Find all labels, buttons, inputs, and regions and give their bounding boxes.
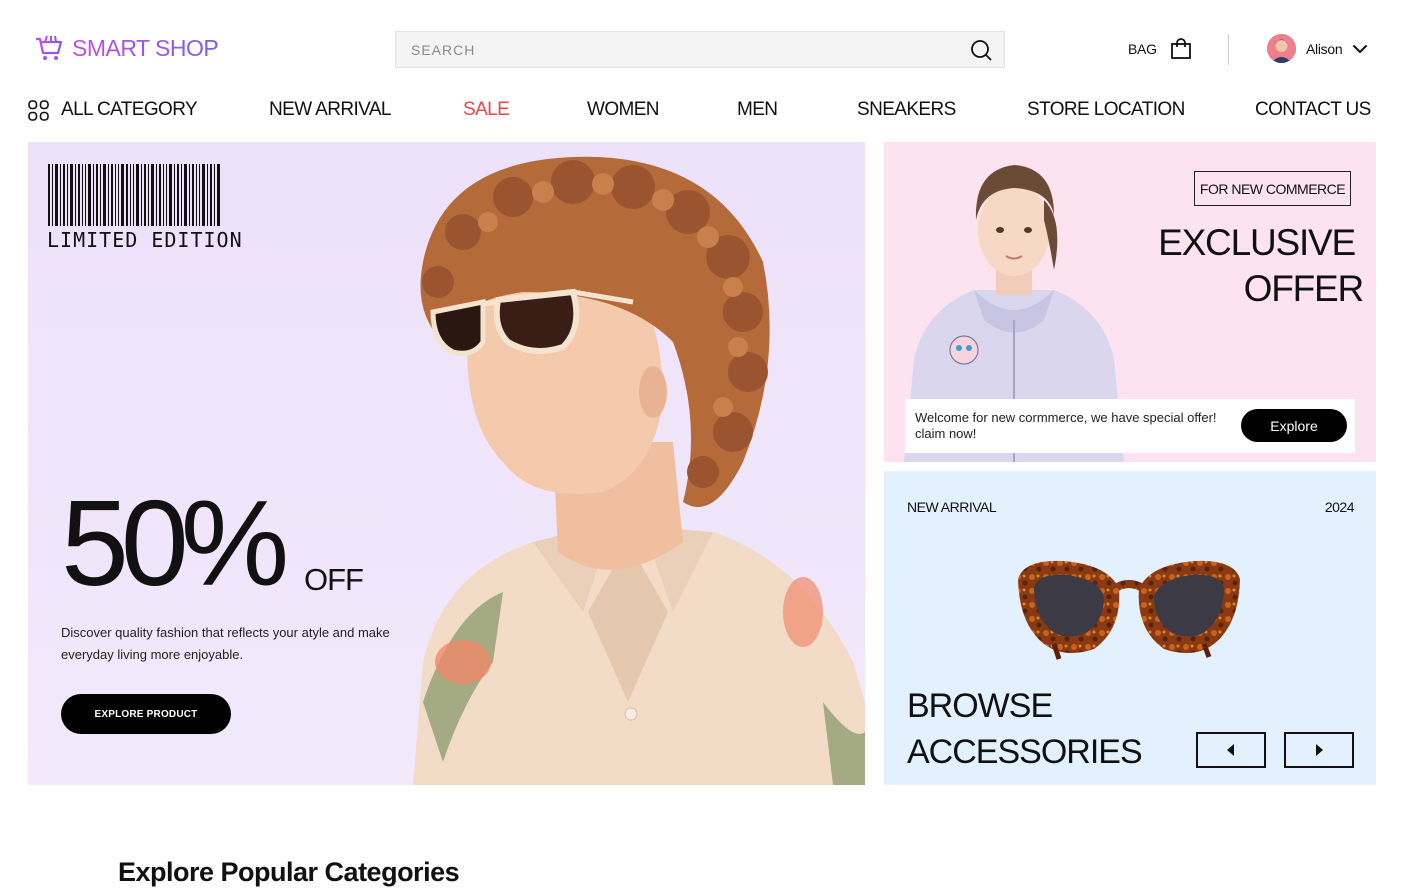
avatar [1267, 34, 1296, 63]
explore-button[interactable]: Explore [1241, 409, 1347, 442]
limited-edition-label: LIMITED EDITION [47, 228, 243, 252]
nav-sale[interactable]: SALE [463, 99, 510, 121]
nav-all-category[interactable]: ALL CATEGORY [28, 99, 198, 121]
carousel-prev-button[interactable] [1196, 732, 1266, 768]
barcode-graphic [48, 164, 220, 226]
arrow-right-icon [1316, 744, 1323, 756]
logo-text: SMART SHOP [72, 34, 219, 61]
sunglasses-image [1018, 560, 1240, 660]
accessories-title-line2: ACCESSORIES [907, 733, 1143, 771]
nav-men[interactable]: MEN [737, 99, 778, 121]
logo[interactable]: SMART SHOP [34, 33, 219, 63]
chevron-down-icon [1353, 44, 1368, 53]
accessories-label: NEW ARRIVAL [907, 499, 997, 515]
search-icon [971, 39, 992, 60]
nav-women[interactable]: WOMEN [587, 99, 660, 121]
cart-logo-icon [36, 35, 63, 60]
nav-new-arrival[interactable]: NEW ARRIVAL [269, 99, 391, 121]
discount-suffix: OFF [304, 562, 364, 597]
nav-sneakers[interactable]: SNEAKERS [857, 99, 956, 121]
arrow-left-icon [1227, 744, 1234, 756]
hero-model-image [413, 156, 865, 785]
search-input[interactable] [396, 32, 958, 67]
search-button[interactable] [958, 32, 1004, 67]
accessories-card: NEW ARRIVAL 2024 BROWSE ACCESSORIES [884, 471, 1376, 785]
header-divider [1228, 34, 1229, 65]
offer-tag: FOR NEW COMMERCE [1194, 171, 1351, 206]
carousel-next-button[interactable] [1284, 732, 1354, 768]
welcome-text: Welcome for new cormmerce, we have speci… [915, 410, 1217, 441]
bag-label: BAG [1128, 41, 1157, 57]
header: SMART SHOP BAG Alison [0, 0, 1406, 90]
welcome-panel: Welcome for new cormmerce, we have speci… [905, 399, 1355, 453]
accessories-title-line1: BROWSE [907, 687, 1053, 725]
user-menu[interactable]: Alison [1267, 34, 1368, 63]
discount-value: 50% [61, 475, 289, 611]
nav-all-category-label: ALL CATEGORY [61, 99, 198, 120]
main-nav: ALL CATEGORY NEW ARRIVAL SALE WOMEN MEN … [0, 90, 1406, 130]
nav-contact-us[interactable]: CONTACT US [1255, 99, 1371, 121]
search-bar [395, 31, 1005, 68]
nav-store-location[interactable]: STORE LOCATION [1027, 99, 1185, 121]
explore-product-button[interactable]: EXPLORE PRODUCT [61, 694, 231, 734]
grid-icon [28, 99, 49, 121]
accessories-year: 2024 [1324, 499, 1355, 515]
user-name: Alison [1306, 40, 1343, 57]
shopping-bag-icon [1170, 38, 1191, 59]
offer-title-line2: OFFER [1243, 268, 1365, 309]
hero-description: Discover quality fashion that reflects y… [61, 625, 390, 662]
hero-banner: LIMITED EDITION 50% OFF Discover quality… [28, 142, 865, 785]
bag-button[interactable]: BAG [1128, 38, 1192, 60]
offer-title-line1: EXCLUSIVE [1158, 222, 1356, 263]
section-title: Explore Popular Categories [118, 857, 460, 887]
exclusive-offer-card: FOR NEW COMMERCE EXCLUSIVE OFFER Welcome… [884, 142, 1376, 462]
